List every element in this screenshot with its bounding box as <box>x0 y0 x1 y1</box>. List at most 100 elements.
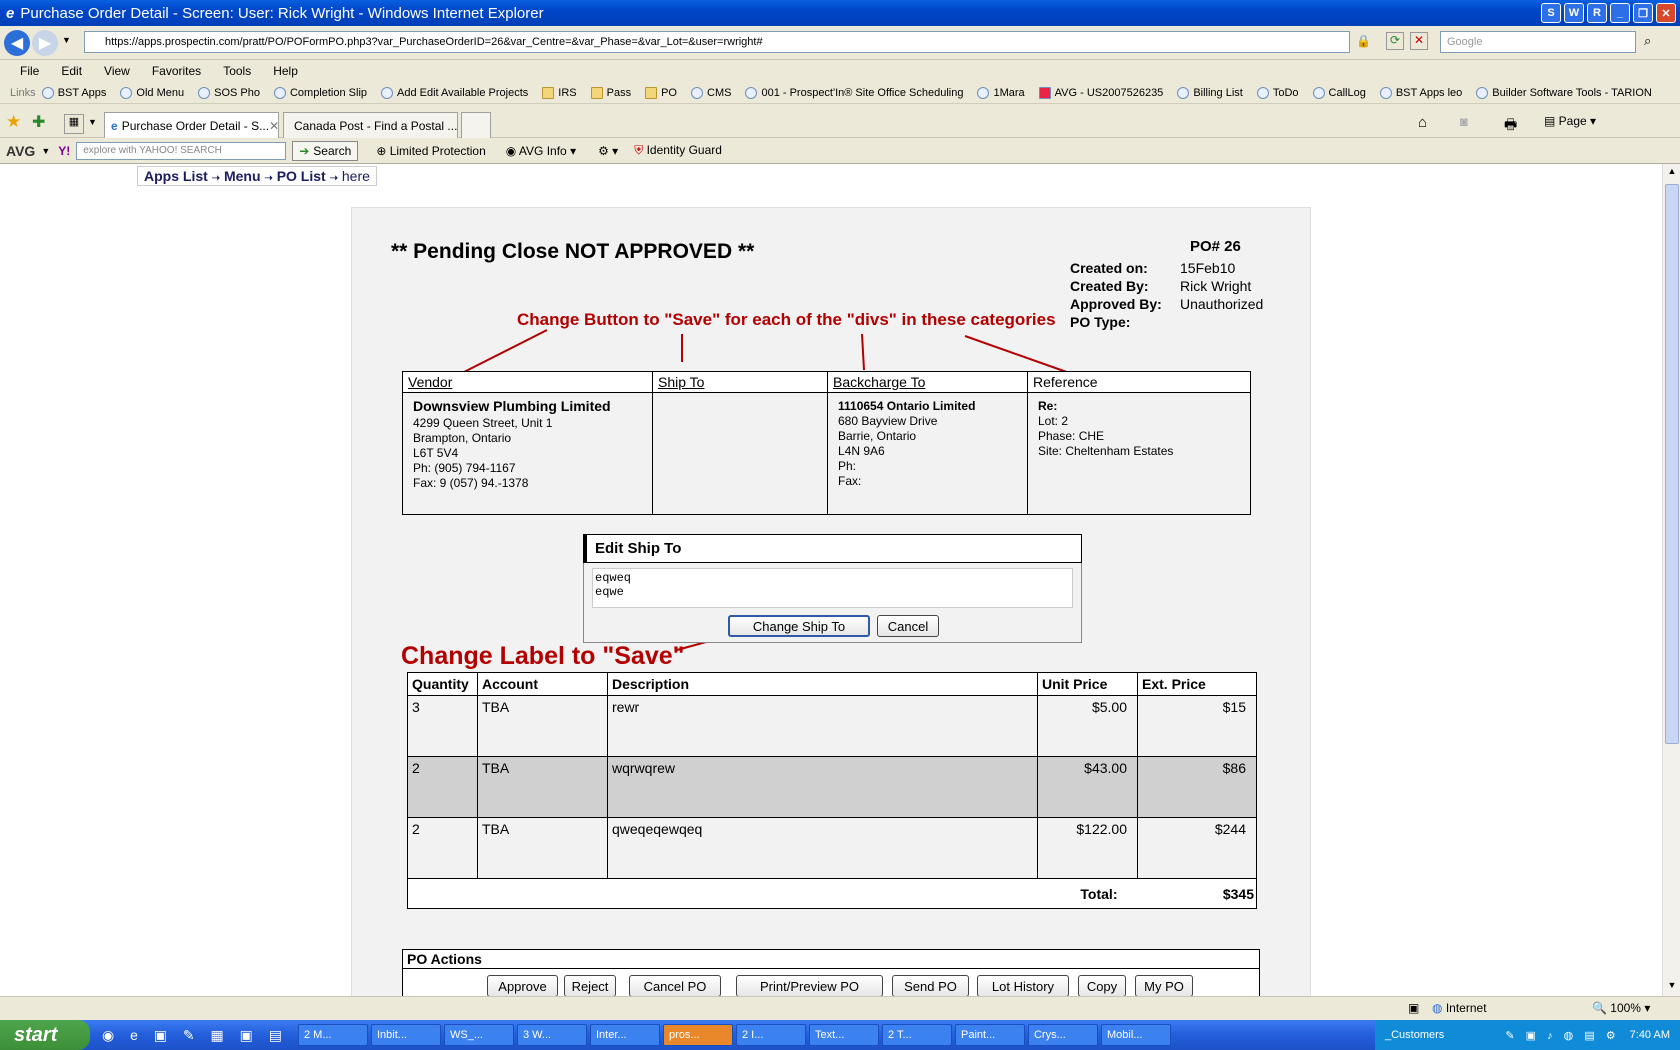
maximize-button[interactable]: ❐ <box>1633 3 1653 23</box>
feeds-icon[interactable]: ◙ <box>1460 114 1468 129</box>
limited-protection[interactable]: ⊕ Limited Protection <box>376 144 485 158</box>
link-completion-slip[interactable]: Completion Slip <box>273 86 367 99</box>
page-menu[interactable]: ▤ Page ▾ <box>1544 114 1596 128</box>
identity-guard[interactable]: ⛨ Identity Guard <box>634 143 722 158</box>
link-pass[interactable]: Pass <box>590 86 631 99</box>
task-item[interactable]: WS_... <box>443 1024 514 1046</box>
search-icon[interactable]: ⌕ <box>1644 33 1651 49</box>
table-row[interactable]: 2 TBA wqrwqrew $43.00 $86 <box>407 756 1257 818</box>
link-billing-list[interactable]: Billing List <box>1177 86 1243 99</box>
add-favorite-icon[interactable]: ✚ <box>32 112 45 132</box>
stop-icon[interactable]: ✕ <box>1410 32 1428 50</box>
link-site-office[interactable]: 001 - Prospect'In® Site Office Schedulin… <box>745 86 963 99</box>
menu-help[interactable]: Help <box>273 64 298 78</box>
close-button[interactable]: ✕ <box>1656 3 1676 23</box>
total-label: Total: <box>407 878 1138 909</box>
table-row[interactable]: 3 TBA rewr $5.00 $15 <box>407 695 1257 757</box>
print-preview-button[interactable]: Print/Preview PO <box>736 975 883 996</box>
avg-logo[interactable]: AVG <box>6 143 35 159</box>
change-ship-to-button[interactable]: Change Ship To <box>728 615 870 637</box>
link-bst-apps-leo[interactable]: BST Apps leo <box>1379 86 1462 99</box>
menu-tools[interactable]: Tools <box>223 64 251 78</box>
task-item[interactable]: Inter... <box>589 1024 660 1046</box>
minimize-button[interactable]: _ <box>1610 3 1630 23</box>
task-item[interactable]: 2 T... <box>881 1024 952 1046</box>
cancel-button[interactable]: Cancel <box>877 615 939 637</box>
cancel-po-button[interactable]: Cancel PO <box>629 975 721 996</box>
link-add-edit-projects[interactable]: Add Edit Available Projects <box>381 86 528 99</box>
menu-file[interactable]: File <box>20 64 39 78</box>
task-item[interactable]: 3 W... <box>516 1024 587 1046</box>
back-button[interactable]: ◀ <box>4 30 30 56</box>
window-btn-w[interactable]: W <box>1564 3 1584 23</box>
link-tarion[interactable]: Builder Software Tools - TARION <box>1476 86 1652 99</box>
shipto-header[interactable]: Ship To <box>652 371 828 393</box>
page-icon <box>41 86 54 99</box>
window-btn-r[interactable]: R <box>1587 3 1607 23</box>
send-po-button[interactable]: Send PO <box>892 975 969 996</box>
customers-task[interactable]: _Customers <box>1375 1029 1444 1041</box>
my-po-button[interactable]: My PO <box>1135 975 1193 996</box>
link-cms[interactable]: CMS <box>691 86 731 99</box>
window-btn-s[interactable]: S <box>1541 3 1561 23</box>
avg-extra-icon[interactable]: ⚙ ▾ <box>598 144 618 158</box>
forward-button[interactable]: ▶ <box>32 30 58 56</box>
avg-dropdown-icon[interactable]: ▼ <box>41 146 50 156</box>
tray-icons[interactable]: ✎ ▣ ♪ ◍ ▤ ⚙ <box>1505 1029 1619 1042</box>
link-avg[interactable]: AVG - US2007526235 <box>1038 86 1163 99</box>
table-row[interactable]: 2 TBA qweqeqewqeq $122.00 $244 <box>407 817 1257 879</box>
new-tab-button[interactable] <box>461 112 491 138</box>
scroll-up-icon[interactable]: ▲ <box>1665 166 1679 180</box>
task-item-active[interactable]: pros... <box>662 1024 733 1046</box>
search-box[interactable]: Google <box>1440 31 1636 53</box>
ship-to-textarea[interactable]: eqweq eqwe <box>592 568 1073 608</box>
link-old-menu[interactable]: Old Menu <box>120 86 184 99</box>
menu-edit[interactable]: Edit <box>61 64 82 78</box>
close-tab-icon[interactable]: ✕ <box>269 119 279 133</box>
print-icon[interactable]: 🖶 <box>1504 114 1517 138</box>
copy-button[interactable]: Copy <box>1078 975 1126 996</box>
zoom-level[interactable]: 🔍 100% ▾ <box>1592 1001 1650 1015</box>
quick-tabs-icon[interactable]: ▦ <box>64 114 84 134</box>
backcharge-header[interactable]: Backcharge To <box>827 371 1028 393</box>
task-item[interactable]: Crys... <box>1027 1024 1098 1046</box>
url-field[interactable]: https://apps.prospectin.com/pratt/PO/POF… <box>84 31 1350 53</box>
link-1mara[interactable]: 1Mara <box>977 86 1025 99</box>
tab-list-dropdown-icon[interactable]: ▼ <box>88 117 97 127</box>
lot-history-button[interactable]: Lot History <box>977 975 1069 996</box>
task-item[interactable]: Mobil... <box>1100 1024 1171 1046</box>
avg-info[interactable]: ◉ AVG Info ▾ <box>506 144 576 158</box>
approve-button[interactable]: Approve <box>487 975 558 996</box>
task-item[interactable]: Inbit... <box>370 1024 441 1046</box>
window-title: Purchase Order Detail - Screen: User: Ri… <box>20 4 544 22</box>
yahoo-search-input[interactable]: explore with YAHOO! SEARCH <box>76 141 287 160</box>
scroll-thumb[interactable] <box>1665 184 1679 744</box>
task-item[interactable]: Text... <box>808 1024 879 1046</box>
refresh-icon[interactable]: ⟳ <box>1386 32 1404 50</box>
search-button[interactable]: ➔ Search <box>292 140 359 161</box>
home-icon[interactable]: ⌂ <box>1418 114 1427 131</box>
internet-zone[interactable]: ◍ Internet <box>1432 1001 1487 1015</box>
quick-launch-icons[interactable]: ◉ e ▣ ✎ ▦ ▣ ▤ <box>102 1027 288 1044</box>
task-item[interactable]: 2 I... <box>735 1024 806 1046</box>
link-calllog[interactable]: CallLog <box>1312 86 1366 99</box>
reject-button[interactable]: Reject <box>564 975 616 996</box>
link-bst-apps[interactable]: BST Apps <box>41 86 106 99</box>
scroll-down-icon[interactable]: ▼ <box>1665 980 1679 994</box>
link-todo[interactable]: ToDo <box>1256 86 1299 99</box>
menu-view[interactable]: View <box>104 64 130 78</box>
link-po[interactable]: PO <box>645 86 677 99</box>
vertical-scrollbar[interactable]: ▲ ▼ <box>1662 164 1680 996</box>
lock-icon[interactable]: 🔒 <box>1356 34 1371 48</box>
task-item[interactable]: 2 M... <box>297 1024 368 1046</box>
tab-purchase-order[interactable]: e Purchase Order Detail - S... ✕ <box>104 112 279 138</box>
favorites-star-icon[interactable]: ★ <box>6 112 21 132</box>
tab-canada-post[interactable]: Canada Post - Find a Postal ... <box>283 112 458 138</box>
history-dropdown-icon[interactable]: ▼ <box>62 35 71 45</box>
vendor-header[interactable]: Vendor <box>402 371 653 393</box>
start-button[interactable]: start <box>0 1020 90 1050</box>
task-item[interactable]: Paint... <box>954 1024 1025 1046</box>
menu-favorites[interactable]: Favorites <box>152 64 201 78</box>
link-irs[interactable]: IRS <box>542 86 577 99</box>
link-sos-pho[interactable]: SOS Pho <box>198 86 260 99</box>
